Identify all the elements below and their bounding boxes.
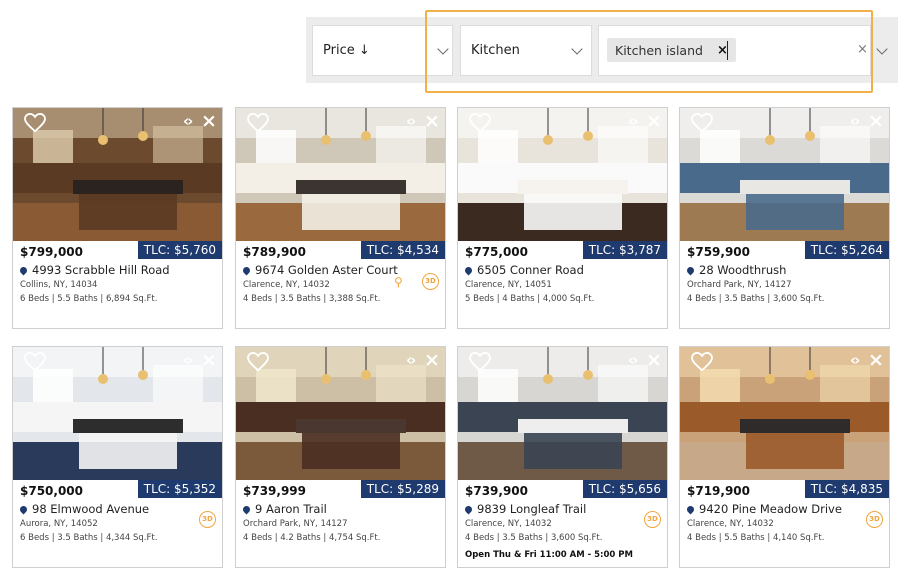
listing-address[interactable]: 4993 Scrabble Hill Road (18, 263, 170, 277)
listing-card[interactable]: ‹› × TLC: $5,289 $739,999 9 Aaron Trail … (235, 346, 446, 568)
listing-price: $750,000 (20, 484, 84, 498)
listing-specs: 4 Beds | 3.5 Baths | 3,388 Sq.Ft. (243, 294, 381, 304)
listing-address[interactable]: 9 Aaron Trail (241, 502, 327, 516)
map-pin-icon (463, 265, 474, 275)
listing-card[interactable]: ‹› × TLC: $5,760 $799,000 4993 Scrabble … (12, 107, 223, 329)
heart-icon[interactable] (24, 112, 46, 133)
tlc-badge: TLC: $5,264 (804, 241, 889, 259)
highlight-box (425, 10, 873, 93)
listing-address[interactable]: 98 Elmwood Avenue (18, 502, 150, 516)
heart-icon[interactable] (24, 351, 46, 372)
share-arrows-icon[interactable]: ‹› (850, 351, 860, 369)
listing-price: $739,999 (243, 484, 307, 498)
map-pin-icon (18, 504, 29, 514)
tlc-badge: TLC: $5,352 (137, 480, 222, 498)
close-icon[interactable]: × (424, 110, 440, 132)
listing-specs: 4 Beds | 3.5 Baths | 3,600 Sq.Ft. (465, 533, 603, 543)
tlc-badge: TLC: $4,534 (360, 241, 445, 259)
listing-price: $775,000 (465, 245, 529, 259)
listing-city: Clarence, NY, 14032 (465, 519, 552, 529)
listing-street: 9 Aaron Trail (255, 502, 327, 516)
listing-address[interactable]: 9420 Pine Meadow Drive (685, 502, 842, 516)
listing-specs: 4 Beds | 5.5 Baths | 4,140 Sq.Ft. (687, 533, 825, 543)
listing-street: 9839 Longleaf Trail (477, 502, 587, 516)
share-arrows-icon[interactable]: ‹› (628, 351, 638, 369)
tlc-badge: TLC: $3,787 (582, 241, 667, 259)
3d-tour-icon[interactable]: 3D (866, 511, 883, 528)
listing-card[interactable]: ‹› × TLC: $4,835 $719,900 9420 Pine Mead… (679, 346, 890, 568)
map-pin-icon (241, 265, 252, 275)
close-icon[interactable]: × (868, 110, 884, 132)
listing-card[interactable]: ‹› × TLC: $3,787 $775,000 6505 Conner Ro… (457, 107, 668, 329)
listing-city: Clarence, NY, 14032 (243, 280, 330, 290)
sort-select-label: Price ↓ (323, 43, 370, 58)
close-icon[interactable]: × (868, 349, 884, 371)
listing-address[interactable]: 28 Woodthrush (685, 263, 787, 277)
share-arrows-icon[interactable]: ‹› (850, 112, 860, 130)
close-icon[interactable]: × (646, 110, 662, 132)
share-arrows-icon[interactable]: ‹› (406, 112, 416, 130)
heart-icon[interactable] (469, 112, 491, 133)
listing-card[interactable]: ‹› × TLC: $5,264 $759,900 28 Woodthrush … (679, 107, 890, 329)
listing-street: 6505 Conner Road (477, 263, 584, 277)
drone-icon[interactable]: ⚲ (394, 275, 403, 289)
share-arrows-icon[interactable]: ‹› (406, 351, 416, 369)
open-house-note: Open Thu & Fri 11:00 AM - 5:00 PM (465, 550, 633, 560)
tlc-badge: TLC: $5,760 (137, 241, 222, 259)
listing-price: $789,900 (243, 245, 307, 259)
listing-city: Orchard Park, NY, 14127 (687, 280, 792, 290)
close-icon[interactable]: × (201, 110, 217, 132)
tlc-badge: TLC: $4,835 (804, 480, 889, 498)
listing-street: 98 Elmwood Avenue (32, 502, 150, 516)
listing-city: Orchard Park, NY, 14127 (243, 519, 348, 529)
close-icon[interactable]: × (424, 349, 440, 371)
listing-address[interactable]: 9674 Golden Aster Court (241, 263, 398, 277)
listing-street: 9674 Golden Aster Court (255, 263, 398, 277)
listing-city: Clarence, NY, 14032 (687, 519, 774, 529)
listing-city: Aurora, NY, 14052 (20, 519, 98, 529)
listing-price: $759,900 (687, 245, 751, 259)
heart-icon[interactable] (691, 112, 713, 133)
share-arrows-icon[interactable]: ‹› (183, 112, 193, 130)
map-pin-icon (18, 265, 29, 275)
close-icon[interactable]: × (646, 349, 662, 371)
map-pin-icon (685, 265, 696, 275)
share-arrows-icon[interactable]: ‹› (183, 351, 193, 369)
heart-icon[interactable] (247, 112, 269, 133)
listing-card[interactable]: ‹› × TLC: $5,352 $750,000 98 Elmwood Ave… (12, 346, 223, 568)
heart-icon[interactable] (247, 351, 269, 372)
map-pin-icon (685, 504, 696, 514)
listing-price: $739,900 (465, 484, 529, 498)
listing-city: Clarence, NY, 14051 (465, 280, 552, 290)
chevron-down-icon[interactable] (876, 43, 888, 55)
listing-street: 28 Woodthrush (699, 263, 787, 277)
map-pin-icon (463, 504, 474, 514)
tlc-badge: TLC: $5,289 (360, 480, 445, 498)
close-icon[interactable]: × (201, 349, 217, 371)
listing-specs: 6 Beds | 5.5 Baths | 6,894 Sq.Ft. (20, 294, 158, 304)
heart-icon[interactable] (469, 351, 491, 372)
listing-street: 4993 Scrabble Hill Road (32, 263, 170, 277)
3d-tour-icon[interactable]: 3D (422, 273, 439, 290)
listing-specs: 4 Beds | 3.5 Baths | 3,600 Sq.Ft. (687, 294, 825, 304)
share-arrows-icon[interactable]: ‹› (628, 112, 638, 130)
3d-tour-icon[interactable]: 3D (199, 511, 216, 528)
listing-address[interactable]: 9839 Longleaf Trail (463, 502, 587, 516)
listing-price: $799,000 (20, 245, 84, 259)
heart-icon[interactable] (691, 351, 713, 372)
listing-card[interactable]: ‹› × TLC: $5,656 $739,900 9839 Longleaf … (457, 346, 668, 568)
3d-tour-icon[interactable]: 3D (644, 511, 661, 528)
listing-street: 9420 Pine Meadow Drive (699, 502, 842, 516)
tlc-badge: TLC: $5,656 (582, 480, 667, 498)
listing-city: Collins, NY, 14034 (20, 280, 98, 290)
listing-specs: 5 Beds | 4 Baths | 4,000 Sq.Ft. (465, 294, 595, 304)
listing-price: $719,900 (687, 484, 751, 498)
map-pin-icon (241, 504, 252, 514)
listing-address[interactable]: 6505 Conner Road (463, 263, 584, 277)
listing-specs: 4 Beds | 4.2 Baths | 4,754 Sq.Ft. (243, 533, 381, 543)
listing-specs: 6 Beds | 3.5 Baths | 4,344 Sq.Ft. (20, 533, 158, 543)
listing-card[interactable]: ‹› × TLC: $4,534 $789,900 9674 Golden As… (235, 107, 446, 329)
